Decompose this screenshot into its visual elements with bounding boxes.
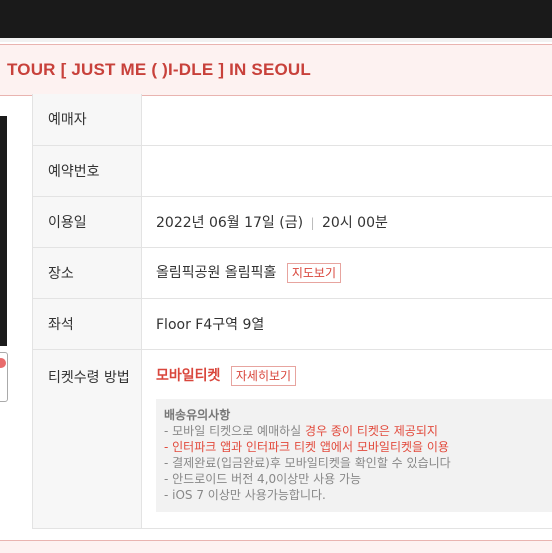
- row-date: 이용일 2022년 06월 17일 (금) | 20시 00분: [33, 196, 552, 247]
- label-ticket-method: 티켓수령 방법: [33, 349, 142, 528]
- notice-line-1: - 모바일 티켓으로 예매하실 경우 종이 티켓은 제공되지: [164, 423, 544, 439]
- date-time-separator: |: [311, 216, 315, 230]
- value-seat: Floor F4구역 9열: [142, 298, 552, 349]
- top-dark-bar: [0, 0, 552, 42]
- notice-line-1-highlight: 경우 종이 티켓은 제공되지: [305, 424, 438, 438]
- time-text: 20시 00분: [322, 215, 388, 231]
- venue-text: 올림픽공원 올림픽홀: [156, 265, 276, 281]
- row-seat: 좌석 Floor F4구역 9열: [33, 298, 552, 349]
- value-reservation-number: [142, 145, 552, 196]
- bottom-section-bar: [0, 540, 552, 553]
- notice-line-5: - iOS 7 이상만 사용가능합니다.: [164, 487, 544, 503]
- label-booker: 예매자: [33, 94, 142, 145]
- concert-title-bar: TOUR [ JUST ME ( )I-DLE ] IN SEOUL: [0, 44, 552, 96]
- map-view-button[interactable]: 지도보기: [287, 263, 341, 283]
- value-booker: [142, 94, 552, 145]
- label-seat: 좌석: [33, 298, 142, 349]
- notice-title: 배송유의사항: [164, 407, 544, 423]
- side-sticker-tab[interactable]: [0, 352, 8, 402]
- mobile-ticket-text: 모바일티켓: [156, 368, 220, 384]
- sticker-dot-icon: [0, 358, 6, 368]
- label-reservation-number: 예약번호: [33, 145, 142, 196]
- details-button[interactable]: 자세히보기: [231, 366, 296, 386]
- row-venue: 장소 올림픽공원 올림픽홀 지도보기: [33, 247, 552, 298]
- notice-line-3: - 결제완료(입금완료)후 모바일티켓을 확인할 수 있습니다: [164, 455, 544, 471]
- label-venue: 장소: [33, 247, 142, 298]
- delivery-notice-box: 배송유의사항 - 모바일 티켓으로 예매하실 경우 종이 티켓은 제공되지 - …: [156, 399, 552, 512]
- top-bar-strip: [0, 38, 552, 42]
- reservation-info-table: 예매자 예약번호 이용일 2022년 06월 17일 (금) | 20시 00분…: [32, 94, 552, 529]
- poster-image-edge: [0, 116, 7, 346]
- notice-line-1-prefix: - 모바일 티켓으로 예매하실: [164, 424, 305, 438]
- value-date: 2022년 06월 17일 (금) | 20시 00분: [142, 196, 552, 247]
- notice-line-4: - 안드로이드 버전 4,0이상만 사용 가능: [164, 471, 544, 487]
- value-ticket-method: 모바일티켓 자세히보기 배송유의사항 - 모바일 티켓으로 예매하실 경우 종이…: [142, 349, 552, 528]
- row-booker: 예매자: [33, 94, 552, 145]
- row-reservation-number: 예약번호: [33, 145, 552, 196]
- row-ticket-method: 티켓수령 방법 모바일티켓 자세히보기 배송유의사항 - 모바일 티켓으로 예매…: [33, 349, 552, 528]
- notice-line-2: - 인터파크 앱과 인터파크 티켓 앱에서 모바일티켓을 이용: [164, 439, 544, 455]
- concert-title: TOUR [ JUST ME ( )I-DLE ] IN SEOUL: [7, 60, 311, 80]
- value-venue: 올림픽공원 올림픽홀 지도보기: [142, 247, 552, 298]
- date-text: 2022년 06월 17일 (금): [156, 215, 303, 231]
- label-date: 이용일: [33, 196, 142, 247]
